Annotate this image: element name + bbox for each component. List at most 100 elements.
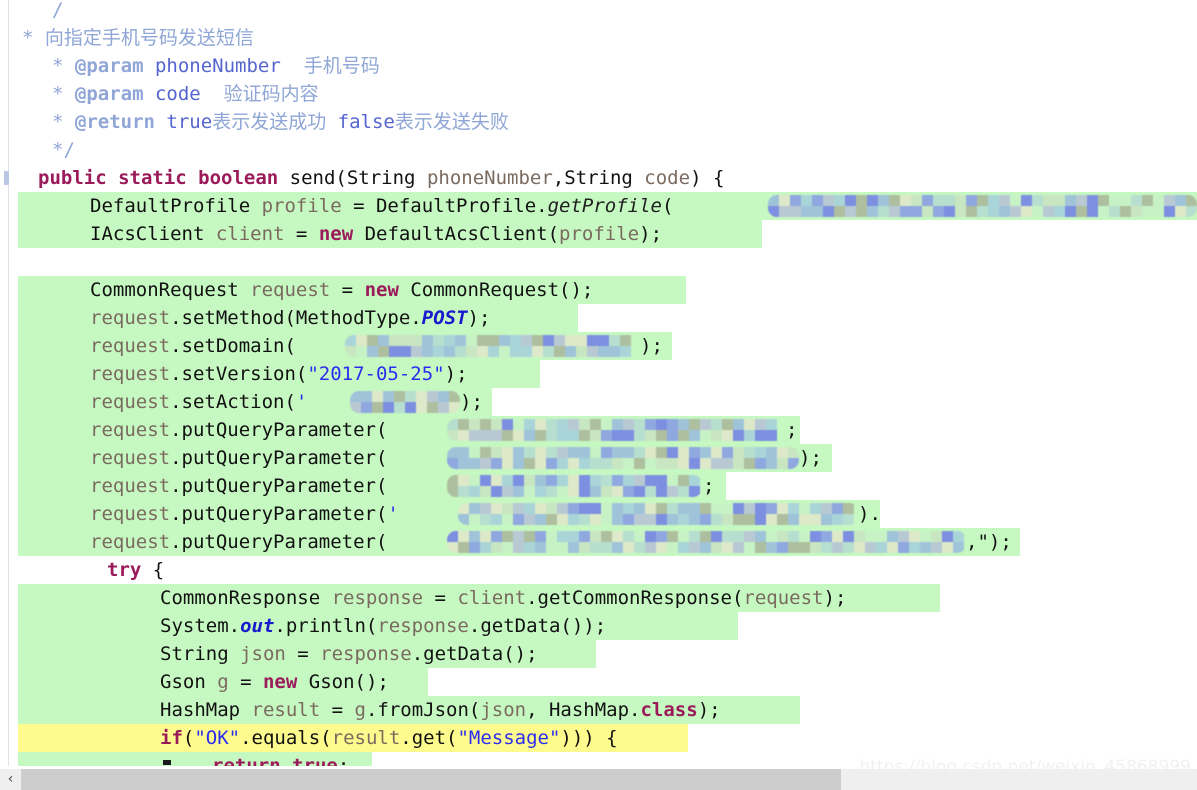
code-token-plain: .println( [274,615,378,637]
scrollbar-thumb[interactable] [21,769,841,790]
code-line: public static boolean send(String phoneN… [0,164,1197,192]
code-token-plain: ; [337,755,350,766]
code-token-cstfield: POST [421,307,468,329]
code-token-plain: ( [661,195,674,217]
code-token-tail: ; [786,419,798,441]
code-token-plain: .getData()); [468,615,607,637]
censored-mosaic-region [345,335,640,357]
code-token-cmt [201,83,224,105]
code-token-str: "OK" [194,727,241,749]
code-line: DefaultProfile profile = DefaultProfile.… [0,192,1197,220]
code-token-kw: new [364,279,399,301]
code-token-cmt: */ [52,139,75,161]
code-token-plain: = [320,699,355,721]
code-token-cmt [144,55,155,77]
code-line-text: request.putQueryParameter( [0,528,387,556]
code-line-text: Gson g = new Gson(); [0,668,389,696]
code-line: request.setAction('); [0,388,1197,416]
code-token-cmt-tag: @param [74,83,144,105]
code-line: request.setDomain(); [0,332,1197,360]
code-token-ident: json [480,699,527,721]
code-line-text: * @param phoneNumber 手机号码 [0,52,380,80]
code-token-ident: phoneNumber [426,167,553,189]
code-line: request.putQueryParameter(); [0,444,1197,472]
code-token-plain: ( [182,727,195,749]
censored-mosaic-region [447,447,799,469]
code-line-text: HashMap result = g.fromJson(json, HashMa… [0,696,721,724]
code-token-plain: .setDomain( [170,335,296,357]
code-token-kw: public static boolean [38,167,279,189]
censored-mosaic-region [768,195,1197,217]
code-line-text: if("OK".equals(result.get("Message"))) { [0,724,618,752]
code-line-text: */ [0,136,75,164]
code-token-ident: request [743,587,824,609]
code-token-cmt [144,83,155,105]
code-line: */ [0,136,1197,164]
code-line: request.setVersion("2017-05-25"); [0,360,1197,388]
code-token-ident: request [90,447,171,469]
csdn-watermark: https://blog.csdn.net/weixin_45868999 [859,757,1191,777]
code-line: request.setMethod(MethodType.POST); [0,304,1197,332]
code-token-plain: DefaultAcsClient( [353,223,560,245]
code-line: CommonRequest request = new CommonReques… [0,276,1197,304]
code-token-plain: = [228,671,263,693]
code-token-plain: IAcsClient [90,223,216,245]
code-token-plain: .equals( [240,727,332,749]
code-line: try { [0,556,1197,584]
code-token-ident: g [217,671,229,693]
code-token-str: ' [387,503,399,525]
code-token-plain: send(String [278,167,427,189]
code-line: * @param phoneNumber 手机号码 [0,52,1197,80]
code-token-ident: response [320,643,412,665]
code-token-ident: request [90,475,171,497]
code-line-text: IAcsClient client = new DefaultAcsClient… [0,220,662,248]
scroll-left-arrow-icon[interactable]: ‹ [0,769,21,790]
code-token-kw: new [262,671,298,693]
censored-mosaic-region [350,391,460,413]
code-line: / [0,0,1197,24]
code-line-text: * 向指定手机号码发送短信 [0,24,254,52]
code-token-cmt-cn: 表示发送失败 [394,111,509,133]
code-token-plain: .setAction( [170,391,296,413]
code-token-plain: .setVersion( [170,363,308,385]
code-line-text: request.setDomain( [0,332,296,360]
code-token-ident: request [90,531,171,553]
code-token-plain: = DefaultProfile. [341,195,548,217]
code-line-text: request.setAction(' [0,388,307,416]
code-token-plain: Gson(); [297,671,389,693]
code-token-tail: ); [799,447,822,469]
code-token-tail: ; [703,475,715,497]
code-token-cmt: * [52,83,75,105]
code-token-plain: { [141,559,165,581]
code-token-cmt [155,111,166,133]
code-token-plain: ); [639,223,663,245]
code-token-cmt-cn: 表示发送成功 [212,111,338,133]
code-token-cmt-par: phoneNumber [154,55,281,77]
code-token-plain: System. [160,615,241,637]
code-token-ident: request [90,503,171,525]
code-token-plain: DefaultProfile [90,195,262,217]
code-line: request.putQueryParameter(; [0,416,1197,444]
code-line-text: request.putQueryParameter( [0,472,387,500]
code-token-plain: .get( [400,727,458,749]
code-token-plain: = [423,587,458,609]
code-token-ident: json [240,643,286,665]
code-token-str: ' [295,391,308,413]
code-token-kw: new [318,223,354,245]
code-line-text: String json = response.getData(); [0,640,538,668]
code-token-cmt-tag: @param [74,55,144,77]
code-token-cmt: * [22,27,45,49]
code-token-ident: profile [261,195,342,217]
code-token-plain: String [160,643,241,665]
code-token-ident: request [90,307,171,329]
code-line-text: request.putQueryParameter( [0,444,387,472]
code-token-plain: .putQueryParameter( [170,503,388,525]
code-line-text: System.out.println(response.getData()); [0,612,606,640]
code-token-ident: code [644,167,691,189]
code-line: * 向指定手机号码发送短信 [0,24,1197,52]
code-editor-viewport[interactable]: / * 向指定手机号码发送短信 * @param phoneNumber 手机号码 *… [0,0,1197,766]
code-line: IAcsClient client = new DefaultAcsClient… [0,220,1197,248]
code-line-text: request.putQueryParameter( [0,416,387,444]
code-token-plain: ) { [690,167,725,189]
